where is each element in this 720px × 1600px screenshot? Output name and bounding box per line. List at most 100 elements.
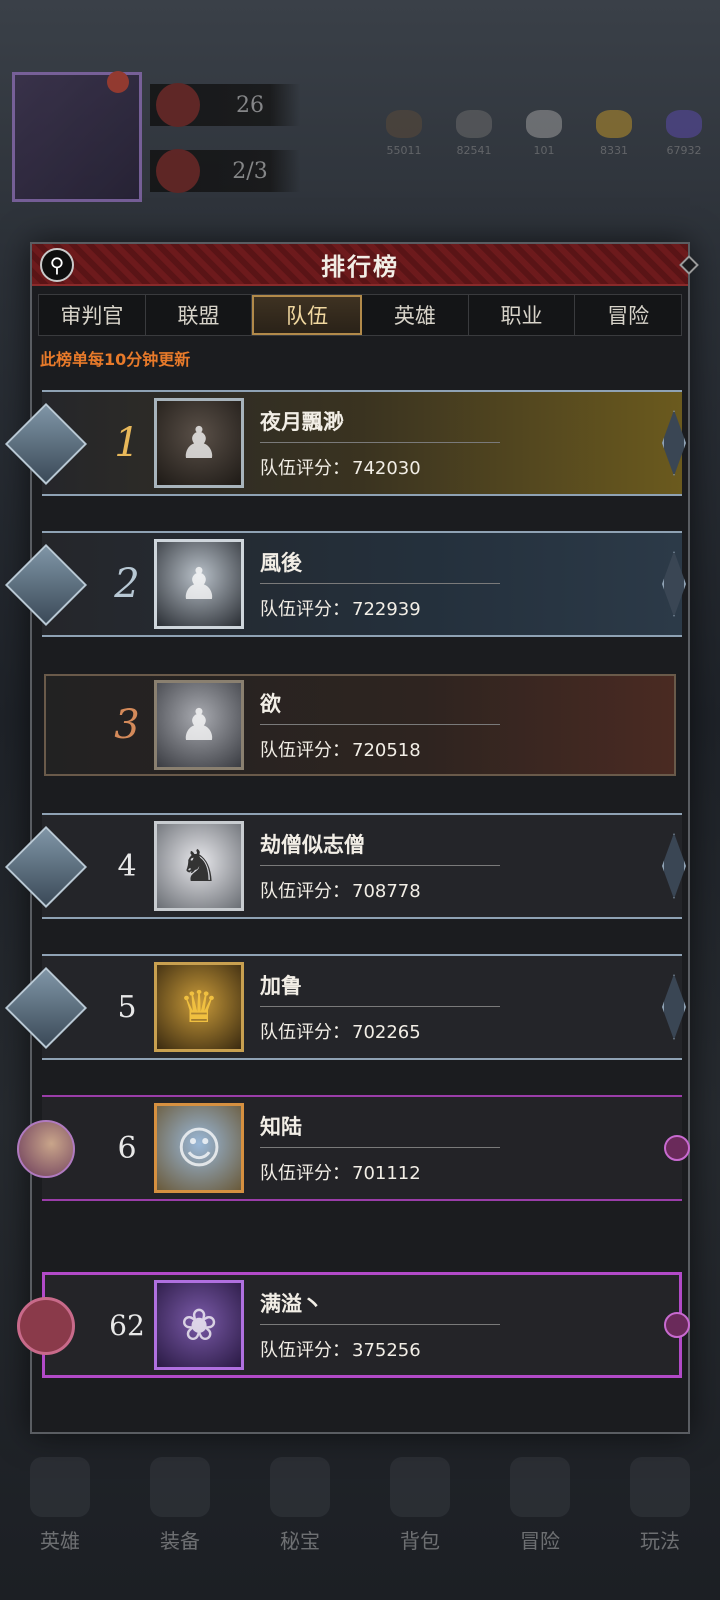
search-button[interactable]: ⚲ — [40, 248, 74, 282]
nav-treasure: 秘宝 — [250, 1456, 350, 1554]
castle-icon — [630, 1456, 690, 1517]
silver-wing-emblem-icon — [4, 825, 88, 909]
team-score: 队伍评分： 720518 — [260, 740, 421, 761]
hud-stat-count: 2/3 — [150, 149, 300, 193]
stone-icon — [456, 110, 492, 138]
silver-wing-emblem-icon — [4, 402, 88, 486]
rank-number: 6 — [117, 1130, 137, 1166]
emblem-icon — [156, 83, 200, 127]
team-name: 满溢丶 — [260, 1292, 323, 1316]
silver-wing-emblem-icon — [4, 543, 88, 627]
tab-bar: 审判官 联盟 队伍 英雄 职业 冒险 — [38, 294, 682, 336]
gold-icon — [596, 110, 632, 138]
elf-character-icon: ☺ — [176, 1122, 222, 1174]
resource-item: 67932 — [660, 110, 708, 157]
search-icon: ⚲ — [49, 253, 65, 277]
avatar[interactable]: ♛ — [154, 962, 244, 1052]
crossed-swords-icon — [510, 1456, 570, 1517]
team-score: 队伍评分： 375256 — [260, 1340, 421, 1361]
team-score: 队伍评分： 742030 — [260, 458, 421, 479]
moon-deco-icon — [664, 1135, 690, 1161]
chalice-icon — [270, 1456, 330, 1517]
divider — [260, 1324, 500, 1325]
resource-item: 8331 — [590, 110, 638, 157]
sword-icon — [150, 1456, 210, 1517]
avatar[interactable]: ❀ — [154, 1280, 244, 1370]
rank-number: 2 — [114, 561, 140, 607]
notification-dot — [107, 71, 129, 93]
avatar[interactable]: ♞ — [154, 821, 244, 911]
hero-icon — [30, 1456, 90, 1517]
silver-wing-emblem-icon — [4, 966, 88, 1050]
team-name: 知陆 — [260, 1115, 302, 1139]
resource-item: 55011 — [380, 110, 428, 157]
bag-icon — [390, 1456, 450, 1517]
hooded-figure-icon: ♟ — [179, 417, 219, 469]
rank-number: 3 — [114, 702, 140, 748]
ap-icon — [156, 149, 200, 193]
hud-stat-value: 2/3 — [232, 158, 268, 184]
update-note: 此榜单每10分钟更新 — [40, 350, 191, 369]
nav-gameplay: 玩法 — [610, 1456, 710, 1554]
hooded-figure-icon: ♟ — [179, 699, 219, 751]
rank-number: 4 — [117, 848, 137, 884]
nav-heroes: 英雄 — [10, 1456, 110, 1554]
rings-emblem-icon — [8, 1288, 84, 1364]
panel-title: 排行榜 — [321, 252, 399, 281]
knight-helmet-icon: ♞ — [179, 840, 219, 892]
avatar[interactable]: ☺ — [154, 1103, 244, 1193]
silver-icon — [526, 110, 562, 138]
ranking-row[interactable]: 3 ♟ 欲 队伍评分： 720518 — [32, 666, 688, 784]
hud-stat-level: 26 — [150, 83, 300, 127]
crystal-icon — [666, 110, 702, 138]
bottom-nav: 英雄 装备 秘宝 背包 冒险 玩法 — [0, 1410, 720, 1600]
team-name: 夜月飄渺 — [260, 410, 344, 434]
team-name: 加鲁 — [260, 974, 302, 998]
resource-item: 82541 — [450, 110, 498, 157]
avatar[interactable]: ♟ — [154, 680, 244, 770]
divider — [260, 583, 500, 584]
leaderboard-panel: ⚲ 排行榜 审判官 联盟 队伍 英雄 职业 冒险 此榜单每10分钟更新 1 ♟ … — [4, 242, 699, 1434]
crown-icon: ♛ — [179, 981, 219, 1033]
resource-item: 101 — [520, 110, 568, 157]
lotus-emblem-icon: ❀ — [180, 1299, 218, 1351]
team-score: 队伍评分： 702265 — [260, 1022, 421, 1043]
rank-number: 1 — [114, 420, 140, 466]
player-portrait — [12, 71, 142, 202]
tab-class[interactable]: 职业 — [469, 295, 576, 335]
hud-stat-value: 26 — [236, 92, 264, 118]
my-ranking-row[interactable]: 62 ❀ 满溢丶 队伍评分： 375256 — [17, 1266, 690, 1384]
tab-adventure[interactable]: 冒险 — [575, 295, 681, 335]
ranking-row[interactable]: 4 ♞ 劫僧似志僧 队伍评分： 708778 — [4, 807, 688, 925]
tab-heroes[interactable]: 英雄 — [362, 295, 469, 335]
nav-equipment: 装备 — [130, 1456, 230, 1554]
nav-adventure: 冒险 — [490, 1456, 590, 1554]
rank-number: 5 — [117, 989, 137, 1025]
team-name: 劫僧似志僧 — [260, 833, 365, 857]
ranking-row[interactable]: 6 ☺ 知陆 队伍评分： 701112 — [17, 1089, 690, 1207]
nav-bag: 背包 — [370, 1456, 470, 1554]
ranking-row[interactable]: 1 ♟ 夜月飄渺 队伍评分： 742030 — [4, 384, 688, 502]
divider — [260, 865, 500, 866]
divider — [260, 1147, 500, 1148]
avatar[interactable]: ♟ — [154, 398, 244, 488]
tab-team[interactable]: 队伍 — [252, 295, 363, 335]
team-name: 風後 — [260, 551, 302, 575]
moon-emblem-icon — [8, 1111, 84, 1187]
divider — [260, 724, 500, 725]
tab-judges[interactable]: 审判官 — [39, 295, 146, 335]
team-score: 队伍评分： 708778 — [260, 881, 421, 902]
resource-bar: 55011 82541 101 8331 67932 — [380, 110, 708, 157]
rank-number: 62 — [109, 1308, 145, 1342]
divider — [260, 1006, 500, 1007]
avatar[interactable]: ♟ — [154, 539, 244, 629]
hooded-figure-icon: ♟ — [179, 558, 219, 610]
team-name: 欲 — [260, 692, 281, 716]
ranking-row[interactable]: 2 ♟ 風後 队伍评分： 722939 — [4, 525, 688, 643]
panel-header: ⚲ 排行榜 — [32, 244, 699, 286]
ranking-row[interactable]: 5 ♛ 加鲁 队伍评分： 702265 — [4, 948, 688, 1066]
divider — [260, 442, 500, 443]
tab-alliance[interactable]: 联盟 — [146, 295, 253, 335]
team-score: 队伍评分： 701112 — [260, 1163, 421, 1184]
ore-icon — [386, 110, 422, 138]
